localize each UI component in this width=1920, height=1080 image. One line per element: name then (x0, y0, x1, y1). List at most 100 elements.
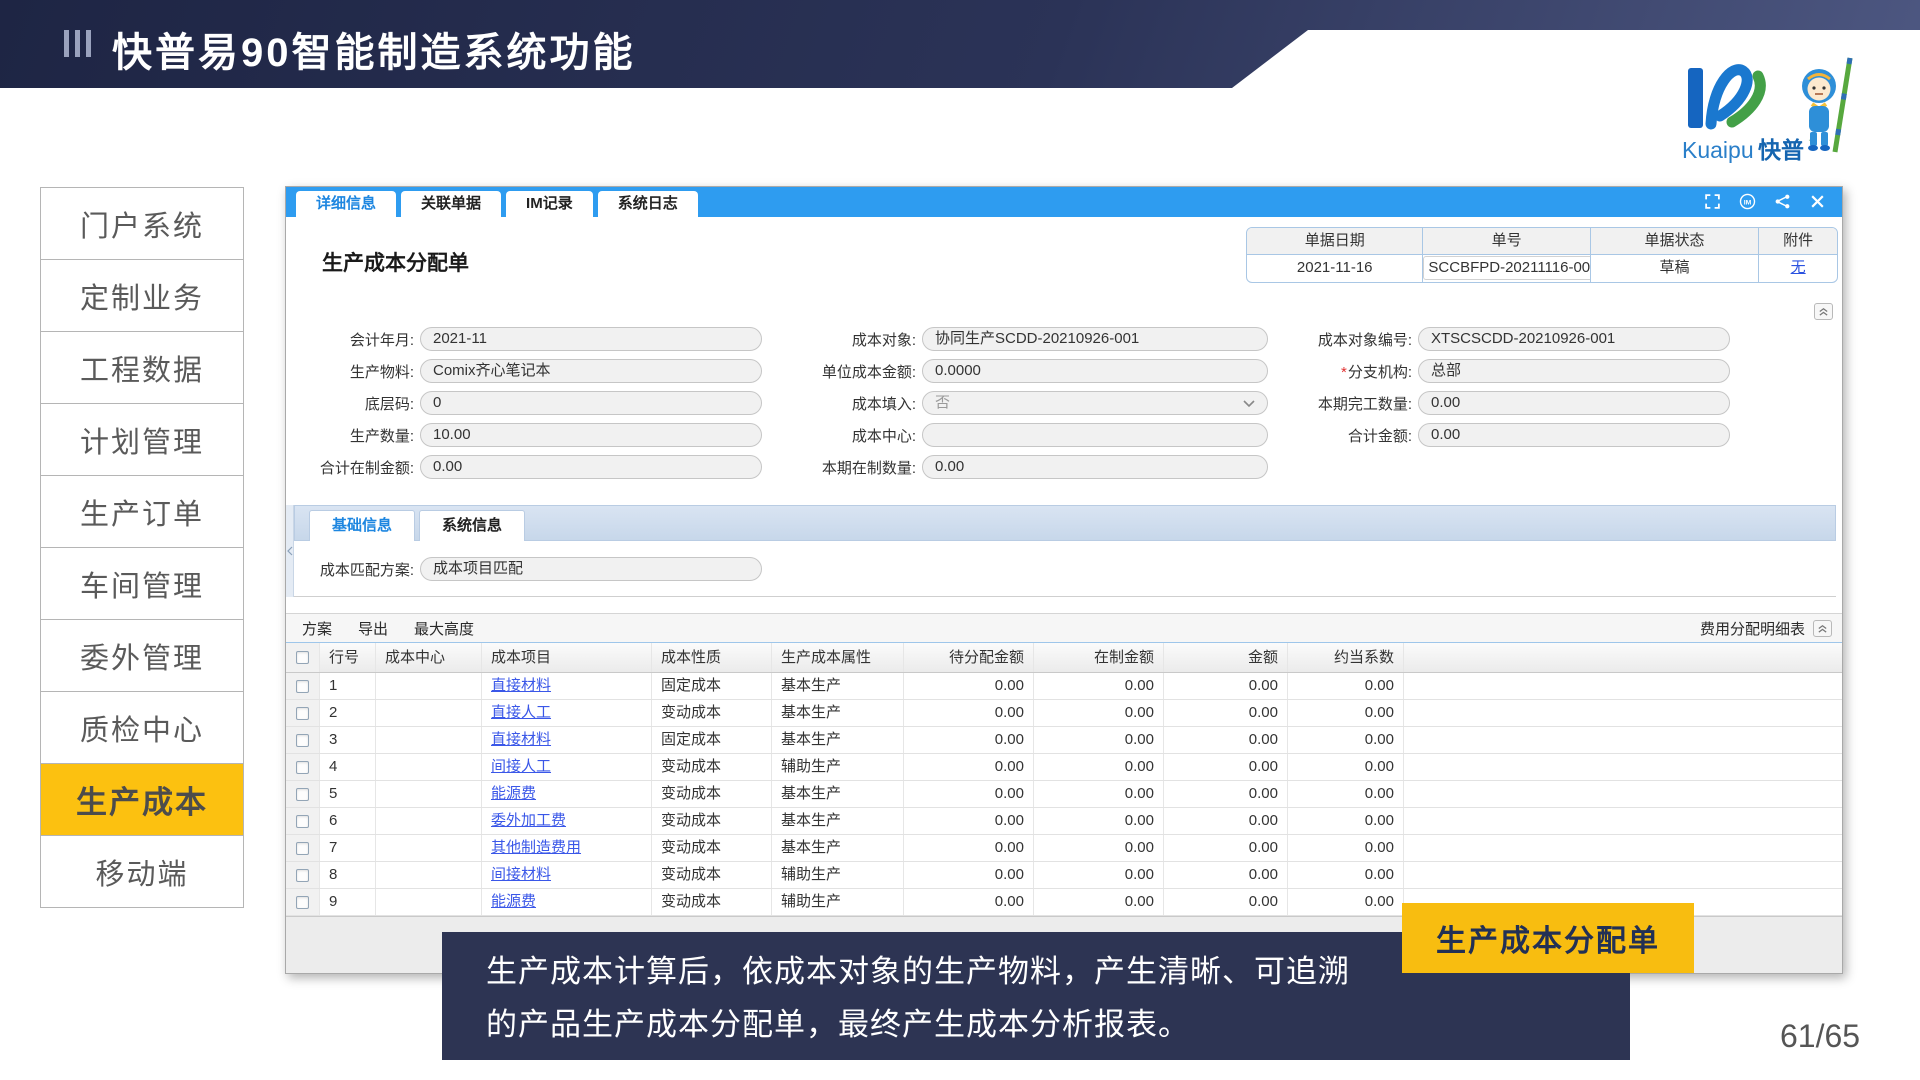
row-checkbox[interactable] (286, 754, 320, 780)
cell-amount: 0.00 (1164, 700, 1288, 726)
unit-cost-field[interactable]: 0.0000 (922, 359, 1268, 383)
cell-row-no: 3 (320, 727, 376, 753)
cell-attr: 基本生产 (772, 781, 904, 807)
fiscal-period-field[interactable]: 2021-11 (420, 327, 762, 351)
cell-pending: 0.00 (904, 727, 1034, 753)
cell-pending: 0.00 (904, 835, 1034, 861)
field-label-completed-qty: 本期完工数量: (1288, 393, 1418, 414)
cost-item-link[interactable]: 其他制造费用 (491, 839, 581, 856)
table-row[interactable]: 8间接材料变动成本辅助生产0.000.000.000.00 (286, 862, 1842, 889)
attachment-link[interactable]: 无 (1758, 255, 1837, 282)
cost-object-field[interactable]: 协同生产SCDD-20210926-001 (922, 327, 1268, 351)
toolbar-export-button[interactable]: 导出 (358, 618, 388, 639)
sidebar-item-quality[interactable]: 质检中心 (40, 691, 244, 764)
cost-item-link[interactable]: 间接人工 (491, 758, 551, 775)
field-label-cost-center: 成本中心: (792, 425, 922, 446)
sidebar-item-portal[interactable]: 门户系统 (40, 187, 244, 260)
cell-amount: 0.00 (1164, 808, 1288, 834)
caption-line-2: 的产品生产成本分配单，最终产生成本分析报表。 (486, 998, 1630, 1051)
cost-item-link[interactable]: 直接材料 (491, 677, 551, 694)
cell-nature: 变动成本 (652, 754, 772, 780)
total-wip-amount-field[interactable]: 0.00 (420, 455, 762, 479)
cost-item-link[interactable]: 直接人工 (491, 704, 551, 721)
sidebar-item-outsourcing[interactable]: 委外管理 (40, 619, 244, 692)
cost-item-link[interactable]: 能源费 (491, 893, 536, 910)
field-label-total-wip-amount: 合计在制金额: (290, 457, 420, 478)
cost-item-link[interactable]: 直接材料 (491, 731, 551, 748)
cell-amount: 0.00 (1164, 754, 1288, 780)
branch-field[interactable]: 总部 (1418, 359, 1730, 383)
cost-item-link[interactable]: 能源费 (491, 785, 536, 802)
select-all-checkbox[interactable] (286, 643, 320, 672)
row-checkbox[interactable] (286, 862, 320, 888)
collapse-grid-button[interactable] (1813, 620, 1832, 637)
field-label-material: 生产物料: (290, 361, 420, 382)
cell-cost-center (376, 754, 482, 780)
cell-coef: 0.00 (1288, 700, 1404, 726)
cell-cost-center (376, 727, 482, 753)
table-row[interactable]: 5能源费变动成本基本生产0.000.000.000.00 (286, 781, 1842, 808)
cost-center-field[interactable] (922, 423, 1268, 447)
cost-item-link[interactable]: 间接材料 (491, 866, 551, 883)
cell-cost-center (376, 835, 482, 861)
cell-coef: 0.00 (1288, 862, 1404, 888)
brand-en: Kuaipu (1682, 137, 1754, 163)
sidebar-item-production-order[interactable]: 生产订单 (40, 475, 244, 548)
row-checkbox[interactable] (286, 781, 320, 807)
cell-attr: 基本生产 (772, 673, 904, 699)
production-material-field[interactable]: Comix齐心笔记本 (420, 359, 762, 383)
row-checkbox[interactable] (286, 889, 320, 915)
toolbar-plan-button[interactable]: 方案 (302, 618, 332, 639)
tab-detail-info[interactable]: 详细信息 (296, 191, 396, 217)
panel-collapse-handle[interactable] (286, 505, 294, 597)
cell-wip: 0.00 (1034, 754, 1164, 780)
subtab-basic-info[interactable]: 基础信息 (309, 510, 415, 541)
production-qty-field[interactable]: 10.00 (420, 423, 762, 447)
row-checkbox[interactable] (286, 727, 320, 753)
row-checkbox[interactable] (286, 808, 320, 834)
completed-qty-field[interactable]: 0.00 (1418, 391, 1730, 415)
field-label-branch: *分支机构: (1288, 361, 1418, 382)
table-row[interactable]: 6委外加工费变动成本基本生产0.000.000.000.00 (286, 808, 1842, 835)
cost-object-no-field[interactable]: XTSCSCDD-20210926-001 (1418, 327, 1730, 351)
table-row[interactable]: 1直接材料固定成本基本生产0.000.000.000.00 (286, 673, 1842, 700)
tab-im-record[interactable]: IM记录 (506, 191, 593, 217)
cell-row-no: 1 (320, 673, 376, 699)
table-row[interactable]: 7其他制造费用变动成本基本生产0.000.000.000.00 (286, 835, 1842, 862)
cell-nature: 变动成本 (652, 781, 772, 807)
sidebar-item-planning[interactable]: 计划管理 (40, 403, 244, 476)
sidebar-item-engineering[interactable]: 工程数据 (40, 331, 244, 404)
total-amount-field[interactable]: 0.00 (1418, 423, 1730, 447)
im-icon[interactable]: IM (1739, 193, 1756, 210)
subtab-system-info[interactable]: 系统信息 (419, 510, 525, 541)
table-row[interactable]: 3直接材料固定成本基本生产0.000.000.000.00 (286, 727, 1842, 754)
sidebar-item-workshop[interactable]: 车间管理 (40, 547, 244, 620)
cell-cost-center (376, 862, 482, 888)
tab-related-docs[interactable]: 关联单据 (401, 191, 501, 217)
row-checkbox[interactable] (286, 835, 320, 861)
row-checkbox[interactable] (286, 700, 320, 726)
toolbar-max-height-button[interactable]: 最大高度 (414, 618, 474, 639)
sidebar: 门户系统 定制业务 工程数据 计划管理 生产订单 车间管理 委外管理 质检中心 … (40, 188, 244, 908)
tab-system-log[interactable]: 系统日志 (598, 191, 698, 217)
table-row[interactable]: 2直接人工变动成本基本生产0.000.000.000.00 (286, 700, 1842, 727)
share-icon[interactable] (1774, 193, 1791, 210)
collapse-header-button[interactable] (1814, 303, 1833, 320)
cost-match-plan-field[interactable]: 成本项目匹配 (420, 557, 762, 581)
expand-icon[interactable] (1704, 193, 1721, 210)
field-label-cost-fill: 成本填入: (792, 393, 922, 414)
cell-amount: 0.00 (1164, 781, 1288, 807)
low-level-code-field[interactable]: 0 (420, 391, 762, 415)
row-checkbox[interactable] (286, 673, 320, 699)
sidebar-item-custom[interactable]: 定制业务 (40, 259, 244, 332)
col-cost-attribute: 生产成本属性 (772, 643, 904, 672)
close-icon[interactable] (1809, 193, 1826, 210)
cost-item-link[interactable]: 委外加工费 (491, 812, 566, 829)
period-wip-qty-field[interactable]: 0.00 (922, 455, 1268, 479)
cell-nature: 固定成本 (652, 673, 772, 699)
sidebar-item-production-cost[interactable]: 生产成本 (40, 763, 244, 836)
table-row[interactable]: 4间接人工变动成本辅助生产0.000.000.000.00 (286, 754, 1842, 781)
sidebar-item-mobile[interactable]: 移动端 (40, 835, 244, 908)
cost-fill-select[interactable]: 否 (922, 391, 1268, 415)
field-label-period-wip-qty: 本期在制数量: (792, 457, 922, 478)
